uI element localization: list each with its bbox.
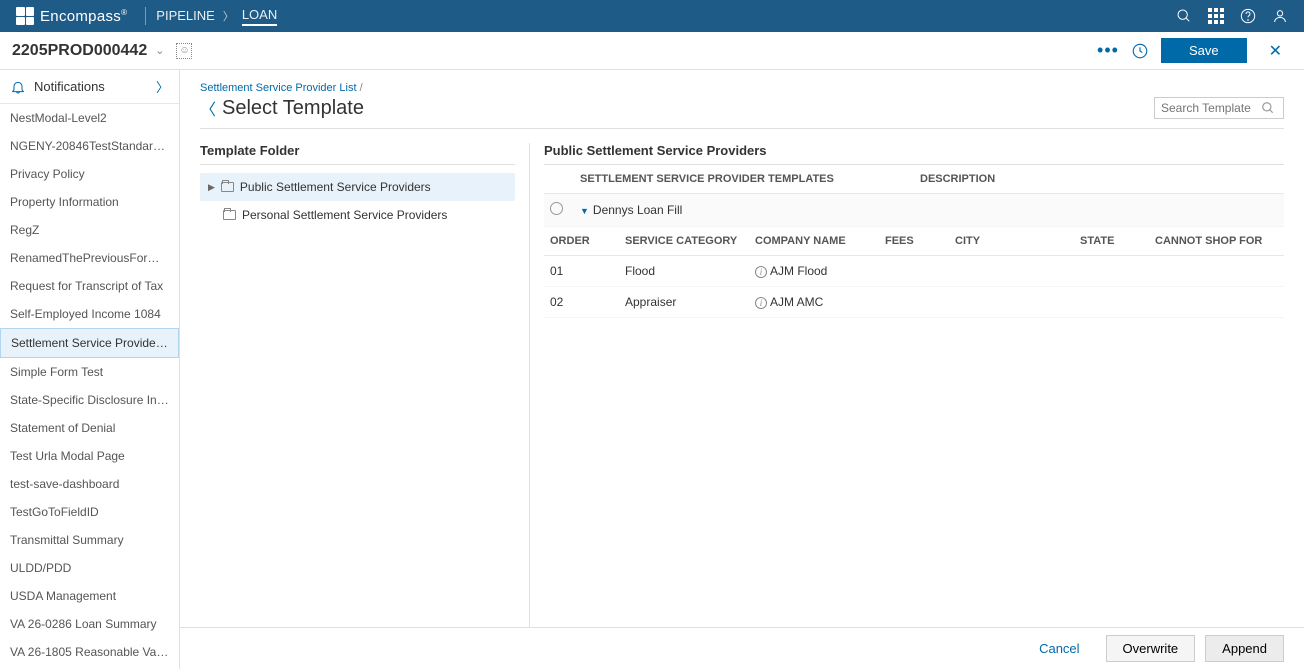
bell-icon (10, 79, 26, 95)
search-input[interactable] (1161, 101, 1261, 115)
sidebar-item[interactable]: Transmittal Summary (0, 526, 179, 554)
search-template[interactable] (1154, 97, 1284, 119)
close-icon[interactable]: ✕ (1259, 41, 1292, 61)
providers-panel-title: Public Settlement Service Providers (544, 143, 1284, 158)
notifications-label: Notifications (34, 79, 156, 94)
col-templates: SETTLEMENT SERVICE PROVIDER TEMPLATES (574, 165, 914, 194)
logo-icon (16, 7, 34, 25)
template-name: Dennys Loan Fill (593, 203, 682, 217)
col-fees: FEES (879, 227, 949, 256)
sidebar-item[interactable]: ULDD/PDD (0, 554, 179, 582)
logo[interactable]: Encompass® (8, 7, 135, 25)
sidebar-item[interactable]: Property Information (0, 188, 179, 216)
loan-actions: ••• Save ✕ (1097, 38, 1292, 63)
table-row[interactable]: 02AppraiseriAJM AMC (544, 287, 1284, 318)
help-icon[interactable] (1240, 8, 1256, 24)
search-icon[interactable] (1176, 8, 1192, 24)
col-order: ORDER (544, 227, 619, 256)
sidebar-item[interactable]: RenamedThePreviousForm_202... (0, 244, 179, 272)
sidebar-item[interactable]: Simple Form Test (0, 358, 179, 386)
more-icon[interactable]: ••• (1097, 40, 1119, 61)
folder-panel: Template Folder ▶ Public Settlement Servi… (200, 143, 530, 669)
topbar: Encompass® PIPELINE 〉 LOAN (0, 0, 1304, 32)
sidebar-item[interactable]: Settlement Service Provider List (0, 328, 179, 358)
sidebar-item[interactable]: Self-Employed Income 1084 (0, 300, 179, 328)
template-row[interactable]: ▼ Dennys Loan Fill (544, 194, 1284, 227)
sidebar-item[interactable]: RegZ (0, 216, 179, 244)
templates-table: SETTLEMENT SERVICE PROVIDER TEMPLATES DE… (544, 165, 1284, 227)
providers-panel: Public Settlement Service Providers SETT… (530, 143, 1284, 669)
folder-icon (223, 210, 236, 220)
cell-order: 02 (544, 287, 619, 318)
chevron-right-icon: 〉 (223, 8, 234, 24)
sidebar-item[interactable]: USDA Management (0, 582, 179, 610)
borrower-badge-icon[interactable]: ☺ (176, 43, 192, 59)
overwrite-button[interactable]: Overwrite (1106, 635, 1196, 662)
sidebar-item[interactable]: VA 26-0286 Loan Summary (0, 610, 179, 638)
sidebar-item[interactable]: TestGoToFieldID (0, 498, 179, 526)
info-icon[interactable]: i (755, 266, 767, 278)
folder-item[interactable]: ▶ Public Settlement Service Providers (200, 173, 515, 201)
cell-company: iAJM AMC (749, 287, 879, 318)
cell-company: iAJM Flood (749, 256, 879, 287)
sidebar-item[interactable]: Statement of Denial (0, 414, 179, 442)
history-icon[interactable] (1131, 42, 1149, 60)
logo-text: Encompass® (40, 8, 127, 25)
col-category: SERVICE CATEGORY (619, 227, 749, 256)
col-city: CITY (949, 227, 1074, 256)
breadcrumb-loan[interactable]: LOAN (242, 7, 277, 26)
col-state: STATE (1074, 227, 1149, 256)
divider (145, 7, 146, 25)
folder-item[interactable]: Personal Settlement Service Providers (200, 201, 515, 229)
append-button[interactable]: Append (1205, 635, 1284, 662)
radio-select[interactable] (550, 202, 563, 215)
sidebar-item[interactable]: test-save-dashboard (0, 470, 179, 498)
folder-panel-title: Template Folder (200, 143, 515, 158)
breadcrumb-pipeline[interactable]: PIPELINE (156, 8, 215, 25)
folder-icon (221, 182, 234, 192)
folder-label: Personal Settlement Service Providers (242, 208, 447, 222)
sidebar: Notifications 〉 NestModal-Level2NGENY-20… (0, 70, 180, 669)
sidebar-item[interactable]: Privacy Policy (0, 160, 179, 188)
caret-right-icon: ▶ (208, 182, 215, 193)
caret-down-icon[interactable]: ▼ (580, 206, 589, 216)
sidebar-item[interactable]: State-Specific Disclosure Informa... (0, 386, 179, 414)
col-company: COMPANY NAME (749, 227, 879, 256)
col-cannot-shop: CANNOT SHOP FOR (1149, 227, 1284, 256)
sidebar-item[interactable]: VA 26-1805 Reasonable Value (0, 638, 179, 666)
sidebar-item[interactable]: NestModal-Level2 (0, 104, 179, 132)
cell-category: Flood (619, 256, 749, 287)
back-icon[interactable]: 〈 (200, 96, 216, 120)
cancel-button[interactable]: Cancel (1023, 636, 1095, 661)
col-description: DESCRIPTION (914, 165, 1284, 194)
folder-label: Public Settlement Service Providers (240, 180, 431, 194)
table-row[interactable]: 01FloodiAJM Flood (544, 256, 1284, 287)
page-title: Select Template (222, 97, 364, 120)
breadcrumb-top: PIPELINE 〉 LOAN (156, 7, 277, 26)
loan-number: 2205PROD000442 (12, 42, 147, 60)
sidebar-item[interactable]: Request for Transcript of Tax (0, 272, 179, 300)
search-icon (1261, 101, 1275, 115)
loan-dropdown-icon[interactable]: ⌄ (155, 44, 164, 57)
cell-category: Appraiser (619, 287, 749, 318)
apps-icon[interactable] (1208, 8, 1224, 24)
notifications-toggle[interactable]: Notifications 〉 (0, 70, 179, 104)
breadcrumb-detail: Settlement Service Provider List / (200, 82, 1284, 94)
cell-order: 01 (544, 256, 619, 287)
breadcrumb-link[interactable]: Settlement Service Provider List (200, 82, 357, 94)
footer-actions: Cancel Overwrite Append (180, 627, 1304, 669)
sidebar-item[interactable]: NGENY-20846TestStandardForm (0, 132, 179, 160)
topbar-actions (1176, 8, 1296, 24)
loan-header: 2205PROD000442 ⌄ ☺ ••• Save ✕ (0, 32, 1304, 70)
save-button[interactable]: Save (1161, 38, 1247, 63)
sidebar-item[interactable]: Test Urla Modal Page (0, 442, 179, 470)
details-table: ORDER SERVICE CATEGORY COMPANY NAME FEES… (544, 227, 1284, 318)
user-icon[interactable] (1272, 8, 1288, 24)
main-content: Settlement Service Provider List / 〈 Sel… (180, 70, 1304, 669)
chevron-right-icon: 〉 (156, 77, 169, 96)
info-icon[interactable]: i (755, 297, 767, 309)
